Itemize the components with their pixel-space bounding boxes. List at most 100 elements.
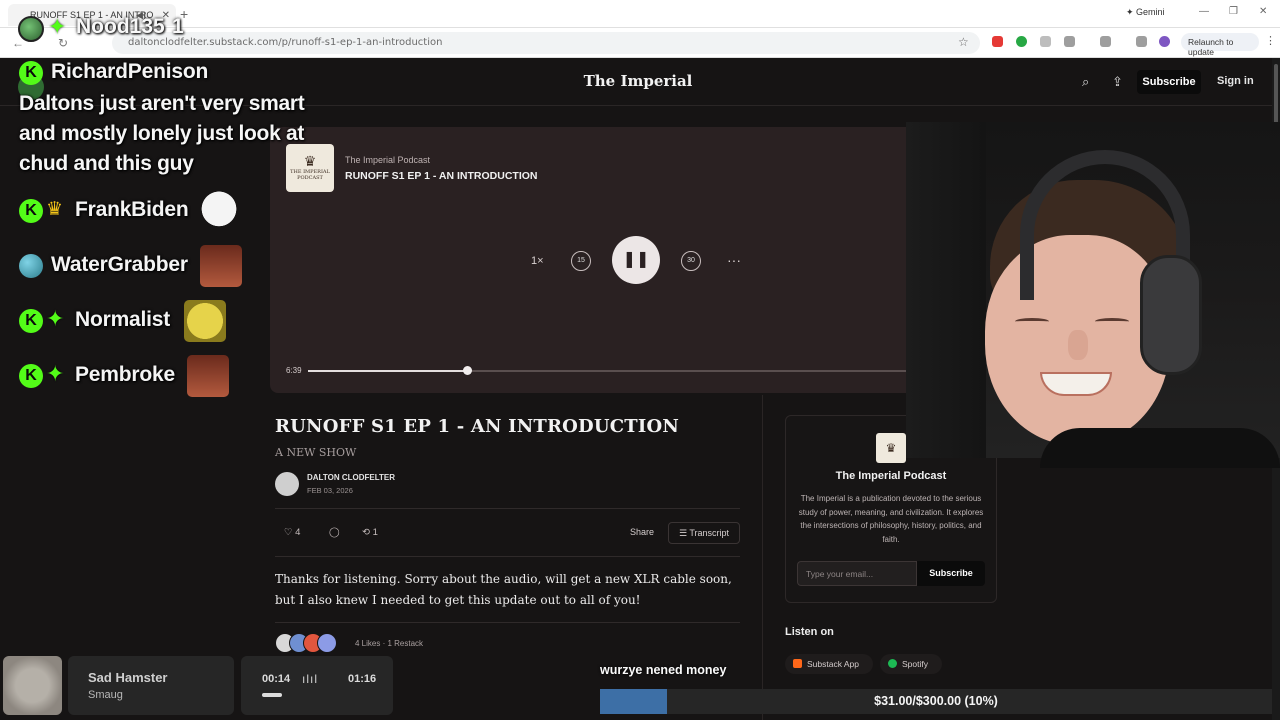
skull-emote: [198, 190, 240, 232]
chat-message-line: Daltons just aren't very smart: [19, 92, 305, 115]
close-window-icon[interactable]: ✕: [1259, 6, 1267, 17]
author-name[interactable]: DALTON CLODFELTER: [307, 473, 395, 482]
webcam-nose: [1068, 330, 1088, 360]
minimize-icon[interactable]: —: [1199, 6, 1209, 17]
chat-username: Normalist: [75, 308, 171, 331]
relaunch-button[interactable]: Relaunch to update: [1181, 33, 1259, 57]
post-body: Thanks for listening. Sorry about the au…: [275, 572, 732, 607]
gemini-label: Gemini: [1136, 7, 1165, 17]
chat-username: Pembroke: [75, 363, 175, 386]
song-title: Sad Hamster: [88, 670, 168, 685]
screenshot-icon[interactable]: [1100, 36, 1111, 47]
playback-speed-button[interactable]: 1×: [531, 255, 544, 267]
webcam-eye: [1095, 318, 1129, 325]
donation-goal-label: wurzye nened money: [600, 663, 727, 677]
sparkle-icon: ✦: [48, 14, 67, 39]
extensions-puzzle-icon[interactable]: [1064, 36, 1075, 47]
podcast-cover-text: THE IMPERIAL PODCAST: [290, 169, 330, 181]
spongebob-emote: [184, 300, 226, 342]
podcast-name[interactable]: The Imperial Podcast: [345, 155, 430, 165]
skip-back-button[interactable]: 15: [571, 251, 591, 271]
bookmark-star-icon[interactable]: ☆: [958, 35, 969, 49]
webcam-shirt: [1040, 428, 1280, 468]
transcript-button[interactable]: ☰ Transcript: [668, 522, 740, 544]
substack-app-button[interactable]: Substack App: [785, 654, 873, 674]
browser-menu-icon[interactable]: ⋮: [1265, 34, 1276, 47]
sign-in-link[interactable]: Sign in: [1217, 75, 1254, 87]
profile-avatar[interactable]: [1159, 36, 1170, 47]
waveform-icon: ılıl: [302, 672, 318, 686]
like-count: 4: [295, 527, 301, 538]
divider: [275, 508, 740, 509]
restack-count: 1: [372, 527, 378, 538]
chat-message-line: chud and this guy: [19, 152, 194, 175]
podcast-logo[interactable]: ♛: [876, 433, 906, 463]
email-subscribe-button[interactable]: Subscribe: [917, 561, 985, 586]
headphones-earcup: [1140, 255, 1202, 375]
kick-badge-icon: K: [19, 61, 43, 85]
column-divider: [762, 395, 763, 720]
browser-tabbar: [0, 0, 1280, 28]
song-artist: Smaug: [88, 689, 123, 701]
podcast-cover[interactable]: ♛ THE IMPERIAL PODCAST: [286, 144, 334, 192]
substack-icon: [793, 659, 802, 668]
crown-icon: ♛: [46, 199, 64, 220]
player-episode-title: RUNOFF S1 EP 1 - AN INTRODUCTION: [345, 170, 538, 182]
song-progress: [262, 693, 282, 697]
crown-icon: ♛: [303, 153, 317, 170]
song-total: 01:16: [348, 673, 377, 685]
sparkle-icon: ✦: [46, 306, 65, 331]
podcast-card-title[interactable]: The Imperial Podcast: [785, 470, 997, 482]
sparkle-icon: ✦: [46, 361, 65, 386]
restack-icon: ⟲: [362, 527, 370, 538]
url-field[interactable]: daltonclodfelter.substack.com/p/runoff-s…: [112, 32, 980, 54]
chat-username: FrankBiden: [75, 198, 189, 221]
comment-button[interactable]: ◯: [329, 527, 340, 538]
divider: [275, 556, 740, 557]
likes-summary[interactable]: 4 Likes · 1 Restack: [355, 639, 423, 648]
kick-badge-icon: K: [19, 364, 43, 388]
screen: RUNOFF S1 EP 1 - AN INTRO ◀) ✕ + ✦ Gemin…: [0, 0, 1280, 720]
globe-badge-icon: [19, 254, 43, 278]
progress-handle[interactable]: [462, 366, 472, 375]
viewer-avatar: [18, 16, 44, 42]
listen-on-heading: Listen on: [785, 626, 834, 638]
substack-app-label: Substack App: [807, 659, 859, 669]
subscribe-button[interactable]: Subscribe: [1137, 70, 1201, 94]
webcam-background: [906, 122, 986, 458]
viewer-count: 1: [172, 15, 184, 38]
more-icon[interactable]: ···: [727, 252, 741, 268]
like-button[interactable]: ♡ 4: [284, 527, 300, 538]
reading-list-icon[interactable]: [1136, 36, 1147, 47]
extension-icon[interactable]: [1016, 36, 1027, 47]
site-title[interactable]: The Imperial: [538, 72, 738, 90]
maximize-icon[interactable]: ❐: [1229, 6, 1238, 17]
comment-icon: ◯: [329, 527, 340, 538]
post-date: FEB 03, 2026: [307, 486, 353, 495]
chat-username: WaterGrabber: [51, 253, 188, 276]
gemini-button[interactable]: ✦ Gemini: [1126, 7, 1165, 18]
share-button[interactable]: Share: [623, 522, 661, 544]
divider: [275, 622, 740, 623]
author-avatar[interactable]: [275, 472, 299, 496]
search-icon[interactable]: ⌕: [1082, 74, 1089, 90]
extension-icon[interactable]: [1040, 36, 1051, 47]
avatar: [317, 633, 337, 653]
donation-amount: $31.00/$300.00 (10%): [874, 694, 998, 708]
share-icon[interactable]: ⇪: [1112, 74, 1123, 90]
kick-badge-icon: K: [19, 199, 43, 223]
viewer-name: Nood135: [76, 15, 165, 38]
skip-forward-button[interactable]: 30: [681, 251, 701, 271]
pause-icon: ❚❚: [622, 251, 650, 268]
spotify-button[interactable]: Spotify: [880, 654, 942, 674]
restack-button[interactable]: ⟲ 1: [362, 527, 378, 538]
heart-icon: ♡: [284, 527, 293, 538]
extension-icon[interactable]: [992, 36, 1003, 47]
pause-button[interactable]: ❚❚: [612, 236, 660, 284]
webcam-eye: [1015, 318, 1049, 325]
spotify-icon: [888, 659, 897, 668]
email-input[interactable]: [797, 561, 917, 586]
kick-badge-icon: K: [19, 309, 43, 333]
laughing-man-emote: [200, 245, 242, 287]
laughing-man-emote: [187, 355, 229, 397]
